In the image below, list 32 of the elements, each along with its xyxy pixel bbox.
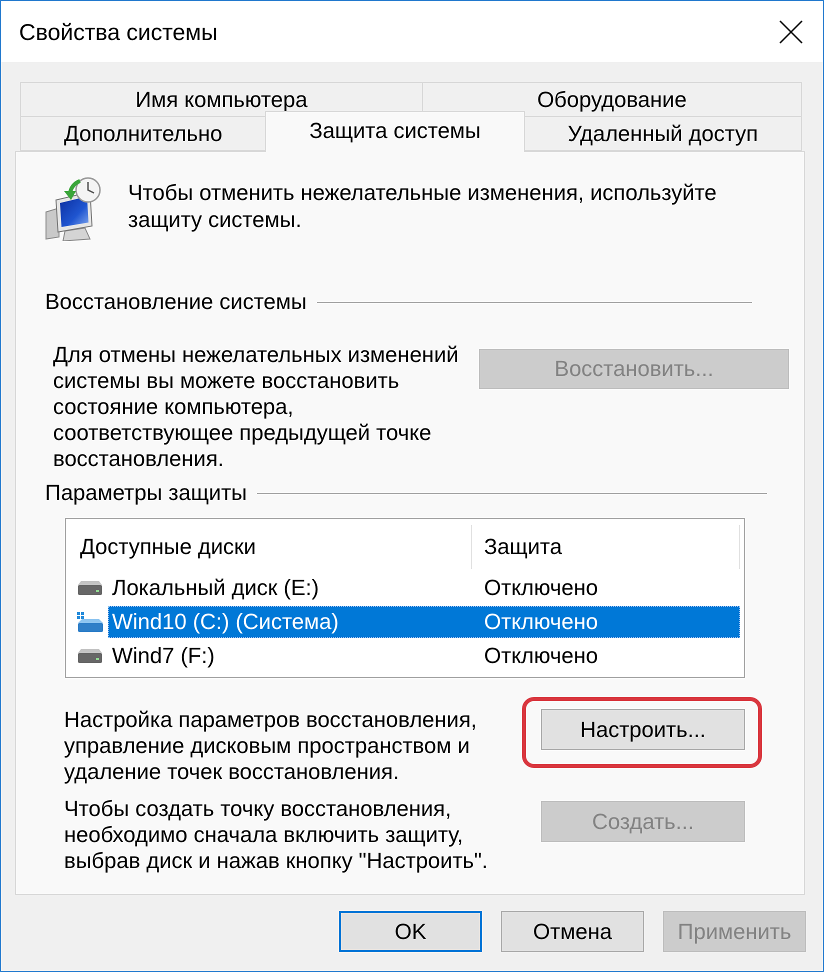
drive-row[interactable]: Wind10 (C:) (Система) Отключено [108, 606, 740, 638]
configure-description: Настройка параметров восстановления, управление дисковым пространством и удаление точек восстановления. [64, 707, 478, 785]
column-header[interactable]: Защита [472, 525, 740, 569]
close-icon [779, 20, 803, 44]
cancel-button[interactable]: Отмена [501, 911, 644, 952]
drive-name: Wind10 (C:) (Система) [111, 609, 340, 635]
computer-clock-icon [45, 177, 101, 241]
group-title: Восстановление системы [45, 289, 307, 315]
tab[interactable]: Защита системы [265, 111, 525, 152]
drive-row[interactable]: Локальный диск (E:) Отключено [108, 572, 740, 604]
drive-name: Локальный диск (E:) [111, 575, 320, 601]
drive-icon [78, 581, 102, 595]
drive-name: Wind7 (F:) [111, 643, 216, 669]
drive-icon [78, 649, 102, 663]
system-drive-icon [77, 612, 103, 632]
tab[interactable]: Имя компьютера [20, 82, 423, 117]
protection-status: Отключено [483, 609, 598, 635]
tab[interactable]: Удаленный доступ [524, 116, 802, 151]
close-button[interactable] [779, 20, 803, 44]
window-title: Свойства системы [19, 18, 219, 46]
column-header[interactable]: Доступные диски [66, 525, 472, 569]
ok-button[interactable]: OK [339, 911, 482, 952]
configure-button[interactable]: Настроить... [541, 709, 745, 750]
tab[interactable]: Дополнительно [20, 116, 266, 151]
protection-status: Отключено [483, 643, 598, 669]
restore-description: Для отмены нежелательных изменений системы вы можете восстановить состояние компьютера, соответствующее предыдущей точке восстановления. [53, 342, 460, 472]
intro-text: Чтобы отменить нежелательные изменения, используйте защиту системы. [128, 179, 718, 233]
create-description: Чтобы создать точку восстановления, необходимо сначала включить защиту, выбрав диск и нажав кнопку "Настроить". [64, 796, 489, 874]
tab[interactable]: Оборудование [422, 82, 802, 117]
drive-row[interactable]: Wind7 (F:) Отключено [108, 640, 740, 672]
protection-status: Отключено [483, 575, 598, 601]
group-title: Параметры защиты [45, 480, 247, 506]
